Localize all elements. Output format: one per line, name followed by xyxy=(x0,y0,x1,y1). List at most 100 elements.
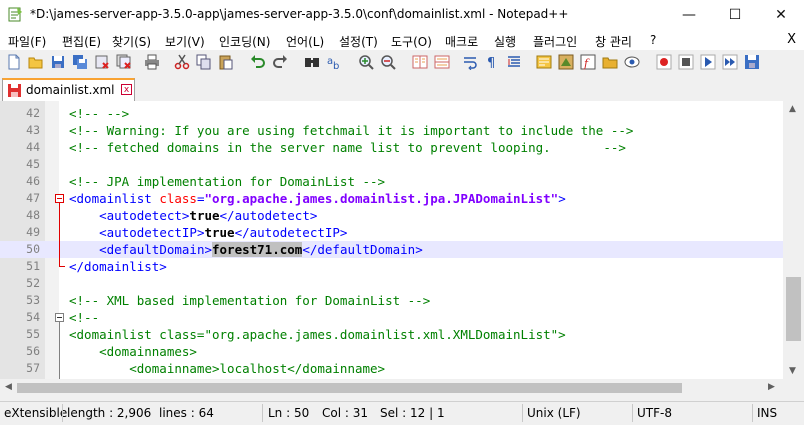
line-number: 51 xyxy=(26,259,40,273)
find-icon[interactable] xyxy=(304,54,320,70)
line-number: 49 xyxy=(26,225,40,239)
open-file-icon[interactable] xyxy=(28,54,44,70)
replace-icon[interactable]: ab xyxy=(326,54,342,70)
code-text: <domainlist class="org.apache.james.doma… xyxy=(69,327,566,342)
maximize-icon: ☐ xyxy=(728,7,742,23)
paste-icon[interactable] xyxy=(218,54,234,70)
maximize-button[interactable]: ☐ xyxy=(712,0,758,30)
menu-encoding[interactable]: 인코딩(N) xyxy=(219,33,270,50)
close-all-icon[interactable] xyxy=(116,54,132,70)
menu-macro[interactable]: 매크로 xyxy=(445,33,478,50)
toolbar: ab ¶ f xyxy=(0,50,804,75)
folder-workspace-icon[interactable] xyxy=(602,54,618,70)
menu-settings[interactable]: 설정(T) xyxy=(339,33,378,50)
line-number: 55 xyxy=(26,327,40,341)
redo-icon[interactable] xyxy=(272,54,288,70)
tab-close-icon[interactable]: x xyxy=(121,84,132,95)
function-list-icon[interactable]: f xyxy=(580,54,596,70)
code-text: <autodetectIP>true</autodetectIP> xyxy=(99,225,348,240)
status-length: length : 2,906 xyxy=(67,406,152,420)
scroll-left-icon[interactable]: ◀ xyxy=(5,382,12,392)
playback-macro-icon[interactable] xyxy=(700,54,716,70)
notepad-plus-plus-icon xyxy=(8,7,22,22)
menu-help[interactable]: ? xyxy=(650,33,656,47)
code-line: 48 <autodetect>true</autodetect> xyxy=(0,207,783,224)
code-text: <autodetect>true</autodetect> xyxy=(99,208,318,223)
code-line: 56 <domainnames> xyxy=(0,343,783,360)
run-macro-multiple-icon[interactable] xyxy=(722,54,738,70)
vertical-scrollbar[interactable]: ▲ ▼ xyxy=(783,101,804,379)
status-encoding: UTF-8 xyxy=(637,406,672,420)
minimize-button[interactable]: — xyxy=(666,0,712,30)
line-number: 45 xyxy=(26,157,40,171)
code-line: 54 <!-- xyxy=(0,309,783,326)
code-text: <domainnames> xyxy=(69,344,197,359)
monitoring-icon[interactable] xyxy=(624,54,640,70)
code-text: <domainlist class="org.apache.james.doma… xyxy=(69,191,566,206)
line-number: 53 xyxy=(26,293,40,307)
code-line: 42 <!-- --> xyxy=(0,105,783,122)
line-number: 47 xyxy=(26,191,40,205)
menu-view[interactable]: 보기(V) xyxy=(165,33,205,50)
status-divider xyxy=(522,404,523,422)
word-wrap-icon[interactable] xyxy=(462,54,478,70)
fold-toggle-icon[interactable] xyxy=(55,194,64,203)
svg-text:¶: ¶ xyxy=(487,56,495,70)
code-text: <!-- JPA implementation for DomainList -… xyxy=(69,174,386,189)
menu-file[interactable]: 파일(F) xyxy=(8,33,46,50)
selected-text: forest71.com xyxy=(212,242,303,257)
sync-horizontal-icon[interactable] xyxy=(434,54,450,70)
scroll-right-icon[interactable]: ▶ xyxy=(768,382,775,392)
user-defined-language-icon[interactable] xyxy=(536,54,552,70)
code-line: 52 xyxy=(0,275,783,292)
cut-icon[interactable] xyxy=(174,54,190,70)
line-number: 57 xyxy=(26,361,40,375)
tab-bar: domainlist.xml x xyxy=(0,75,804,102)
horizontal-scrollbar[interactable]: ◀ ▶ xyxy=(0,379,783,396)
tab-domainlist[interactable]: domainlist.xml x xyxy=(2,78,135,101)
scroll-up-icon[interactable]: ▲ xyxy=(789,104,796,114)
menu-run[interactable]: 실행 xyxy=(494,33,516,50)
code-text: <domainname>localhost</domainname> xyxy=(69,361,386,376)
stop-recording-icon[interactable] xyxy=(678,54,694,70)
zoom-in-icon[interactable] xyxy=(358,54,374,70)
print-icon[interactable] xyxy=(144,54,160,70)
document-map-icon[interactable] xyxy=(558,54,574,70)
scroll-down-icon[interactable]: ▼ xyxy=(789,366,796,376)
status-bar: eXtensible length : 2,906 lines : 64 Ln … xyxy=(0,401,804,425)
indent-guide-icon[interactable] xyxy=(506,54,522,70)
menu-plugins[interactable]: 플러그인 xyxy=(533,33,577,50)
menu-tools[interactable]: 도구(O) xyxy=(391,33,432,50)
code-text: <!-- XML based implementation for Domain… xyxy=(69,293,431,308)
fold-toggle-icon[interactable] xyxy=(55,313,64,322)
new-file-icon[interactable] xyxy=(6,54,22,70)
record-macro-icon[interactable] xyxy=(656,54,672,70)
code-line: 46 <!-- JPA implementation for DomainLis… xyxy=(0,173,783,190)
zoom-out-icon[interactable] xyxy=(380,54,396,70)
save-icon[interactable] xyxy=(50,54,66,70)
svg-text:b: b xyxy=(333,61,339,70)
code-line: 44 <!-- fetched domains in the server na… xyxy=(0,139,783,156)
code-text: <!-- Warning: If you are using fetchmail… xyxy=(69,123,634,138)
code-editor[interactable]: 42 <!-- --> 43 <!-- Warning: If you are … xyxy=(0,101,783,379)
menu-edit[interactable]: 편집(E) xyxy=(62,33,101,50)
horizontal-scroll-thumb[interactable] xyxy=(17,383,682,393)
close-icon: ✕ xyxy=(775,7,787,23)
menu-language[interactable]: 언어(L) xyxy=(286,33,324,50)
close-button[interactable]: ✕ xyxy=(758,0,804,30)
status-eol: Unix (LF) xyxy=(527,406,581,420)
sync-vertical-icon[interactable] xyxy=(412,54,428,70)
menu-window[interactable]: 창 관리 xyxy=(595,33,632,50)
vertical-scroll-thumb[interactable] xyxy=(786,277,801,341)
minimize-icon: — xyxy=(682,7,696,23)
copy-icon[interactable] xyxy=(196,54,212,70)
window-title: *D:\james-server-app-3.5.0-app\james-ser… xyxy=(30,7,569,21)
menu-search[interactable]: 찾기(S) xyxy=(112,33,151,50)
show-all-characters-icon[interactable]: ¶ xyxy=(484,54,500,70)
close-document-button[interactable]: X xyxy=(787,32,796,47)
tab-label: domainlist.xml xyxy=(26,83,115,97)
save-all-icon[interactable] xyxy=(72,54,88,70)
save-macro-icon[interactable] xyxy=(744,54,760,70)
undo-icon[interactable] xyxy=(250,54,266,70)
close-file-icon[interactable] xyxy=(94,54,110,70)
